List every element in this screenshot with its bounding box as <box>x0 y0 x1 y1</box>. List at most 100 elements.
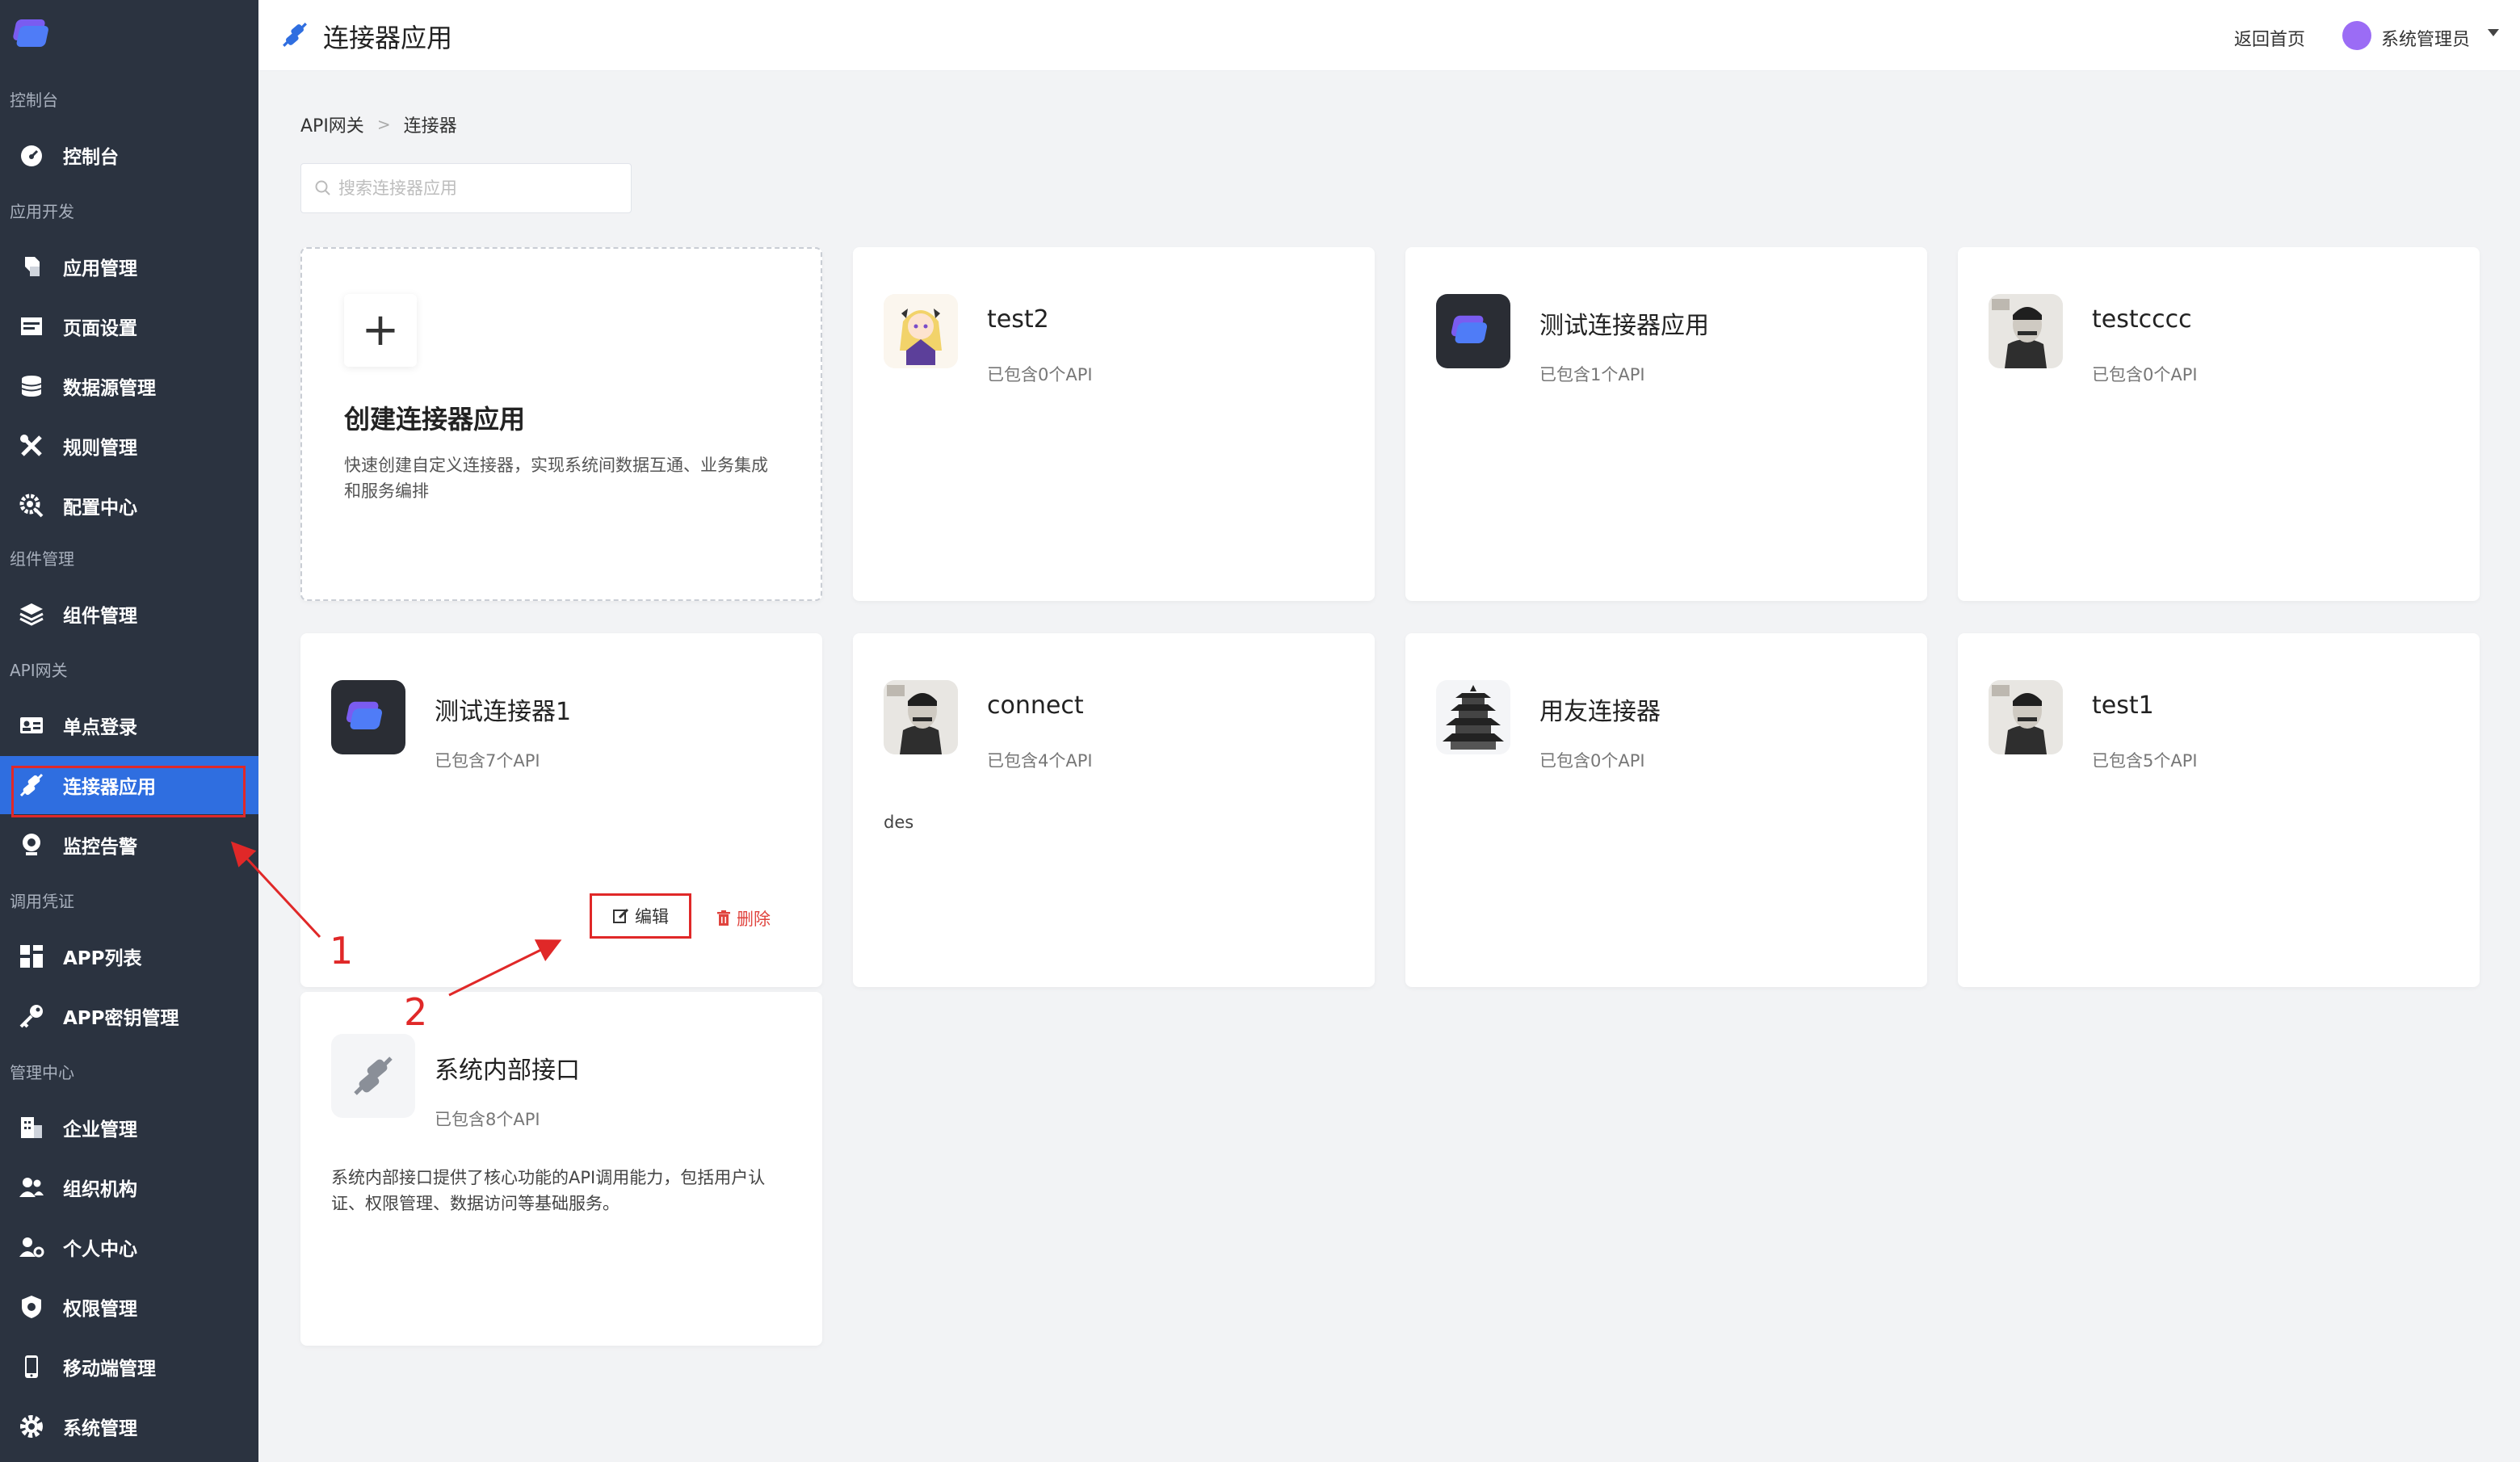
tools-icon <box>18 432 45 460</box>
portrait-avatar-icon <box>884 680 958 754</box>
sidebar-item-app-management[interactable]: 应用管理 <box>0 237 258 296</box>
sidebar-item-label: 组织机构 <box>63 1179 137 1200</box>
connector-card[interactable]: test2 已包含0个API <box>853 247 1375 601</box>
nav-group-label: 应用开发 <box>10 202 74 221</box>
webcam-icon <box>18 831 45 859</box>
sidebar-item-label: 移动端管理 <box>63 1359 156 1380</box>
edit-button[interactable]: 编辑 <box>590 893 691 939</box>
sidebar-item-page-settings[interactable]: 页面设置 <box>0 297 258 355</box>
sidebar-item-config-center[interactable]: 配置中心 <box>0 477 258 535</box>
users-icon <box>18 1174 45 1201</box>
card-title: 系统内部接口 <box>435 1057 580 1085</box>
trash-icon <box>717 910 730 926</box>
create-connector-card[interactable]: + 创建连接器应用 快速创建自定义连接器，实现系统间数据互通、业务集成和服务编排 <box>300 247 822 601</box>
sidebar-item-system[interactable]: 系统管理 <box>0 1397 258 1456</box>
connector-card[interactable]: 用友连接器 已包含0个API <box>1405 633 1927 987</box>
annotation-step-2: 2 <box>404 990 428 1034</box>
cubes-icon <box>18 253 45 280</box>
sidebar-item-label: 控制台 <box>63 147 119 168</box>
sidebar-item-label: 规则管理 <box>63 438 137 459</box>
card-title: 测试连接器应用 <box>1539 312 1709 340</box>
home-link[interactable]: 返回首页 <box>2234 25 2305 51</box>
card-title: connect <box>987 691 1084 720</box>
create-card-title: 创建连接器应用 <box>344 404 526 435</box>
sidebar-item-components[interactable]: 组件管理 <box>0 585 258 643</box>
plug-icon <box>331 1034 415 1118</box>
api-count: 已包含7个API <box>435 751 540 771</box>
sidebar-item-label: 数据源管理 <box>63 378 156 399</box>
avatar[interactable] <box>2342 21 2371 50</box>
connector-card[interactable]: connect 已包含4个API des <box>853 633 1375 987</box>
edit-button-label: 编辑 <box>635 907 669 926</box>
portrait-avatar-icon <box>1989 680 2063 754</box>
nav-group-label: API网关 <box>10 661 68 680</box>
sidebar-item-datasource[interactable]: 数据源管理 <box>0 357 258 415</box>
edit-icon <box>613 908 629 923</box>
page-icon <box>18 313 45 340</box>
sidebar-item-app-list[interactable]: APP列表 <box>0 927 258 985</box>
layers-icon <box>18 600 45 628</box>
annotation-step-1: 1 <box>330 929 354 973</box>
sidebar-item-dashboard[interactable]: 控制台 <box>0 126 258 184</box>
sidebar-item-enterprise[interactable]: 企业管理 <box>0 1099 258 1157</box>
sidebar-item-app-keys[interactable]: APP密钥管理 <box>0 987 258 1045</box>
sidebar: 控制台 控制台 应用开发 应用管理 页面设置 数据源管理 规则管理 配置中心 组… <box>0 0 258 1462</box>
sidebar-item-label: 个人中心 <box>63 1239 137 1260</box>
card-title: test2 <box>987 305 1049 334</box>
sidebar-item-label: 权限管理 <box>63 1299 137 1320</box>
connector-card[interactable]: testcccc 已包含0个API <box>1958 247 2480 601</box>
sidebar-item-label: 监控告警 <box>63 837 137 858</box>
plug-icon <box>281 21 309 48</box>
sidebar-item-monitoring[interactable]: 监控告警 <box>0 816 258 874</box>
create-card-description: 快速创建自定义连接器，实现系统间数据互通、业务集成和服务编排 <box>344 456 768 501</box>
connector-card[interactable]: test1 已包含5个API <box>1958 633 2480 987</box>
sidebar-item-organization[interactable]: 组织机构 <box>0 1158 258 1216</box>
search-icon <box>314 179 332 197</box>
user-menu[interactable]: 系统管理员 <box>2381 25 2470 51</box>
sidebar-item-permissions[interactable]: 权限管理 <box>0 1278 258 1336</box>
api-count: 已包含0个API <box>2092 365 2198 384</box>
mobile-icon <box>18 1353 45 1380</box>
sidebar-item-label: 配置中心 <box>63 498 137 519</box>
sidebar-item-label: 组件管理 <box>63 606 137 627</box>
card-description: 系统内部接口提供了核心功能的API调用能力，包括用户认证、权限管理、数据访问等基… <box>331 1168 766 1213</box>
connector-card[interactable]: 测试连接器应用 已包含1个API <box>1405 247 1927 601</box>
card-title: test1 <box>2092 691 2154 720</box>
plus-icon[interactable]: + <box>344 294 417 367</box>
connector-card[interactable]: 测试连接器1 已包含7个API 编辑 删除 <box>300 633 822 987</box>
api-count: 已包含8个API <box>435 1110 540 1129</box>
gear-icon <box>18 1413 45 1440</box>
building-icon <box>18 1114 45 1141</box>
chevron-down-icon[interactable] <box>2488 29 2499 36</box>
grid-icon <box>18 943 45 970</box>
search-box <box>300 163 632 213</box>
breadcrumb-current: 连接器 <box>403 116 457 137</box>
api-count: 已包含4个API <box>987 751 1093 771</box>
nav-group-label: 组件管理 <box>10 549 74 569</box>
sidebar-item-label: APP列表 <box>63 948 142 969</box>
breadcrumb-root[interactable]: API网关 <box>300 111 364 137</box>
app-logo-icon <box>1436 294 1510 368</box>
sidebar-item-sso[interactable]: 单点登录 <box>0 696 258 754</box>
sidebar-item-label: 单点登录 <box>63 717 137 738</box>
top-header: 连接器应用 返回首页 系统管理员 <box>258 0 2520 71</box>
card-title: 测试连接器1 <box>435 698 572 726</box>
page-title: 连接器应用 <box>323 23 453 53</box>
shield-icon <box>18 1293 45 1321</box>
card-description: des <box>884 813 914 832</box>
connector-card[interactable]: 系统内部接口 已包含8个API 系统内部接口提供了核心功能的API调用能力，包括… <box>300 992 822 1346</box>
chevron-right-icon: > <box>376 115 391 134</box>
id-card-icon <box>18 712 45 739</box>
sidebar-item-mobile[interactable]: 移动端管理 <box>0 1338 258 1396</box>
delete-button[interactable]: 删除 <box>716 906 771 931</box>
pagoda-icon <box>1436 680 1510 754</box>
sidebar-item-profile[interactable]: 个人中心 <box>0 1218 258 1276</box>
user-cog-icon <box>18 1233 45 1261</box>
api-count: 已包含5个API <box>2092 751 2198 771</box>
search-input[interactable] <box>338 179 621 198</box>
api-count: 已包含1个API <box>1539 365 1645 384</box>
sidebar-item-rules[interactable]: 规则管理 <box>0 417 258 475</box>
app-logo-icon <box>331 680 405 754</box>
app-logo[interactable] <box>13 15 58 53</box>
sidebar-item-label: APP密钥管理 <box>63 1008 179 1029</box>
